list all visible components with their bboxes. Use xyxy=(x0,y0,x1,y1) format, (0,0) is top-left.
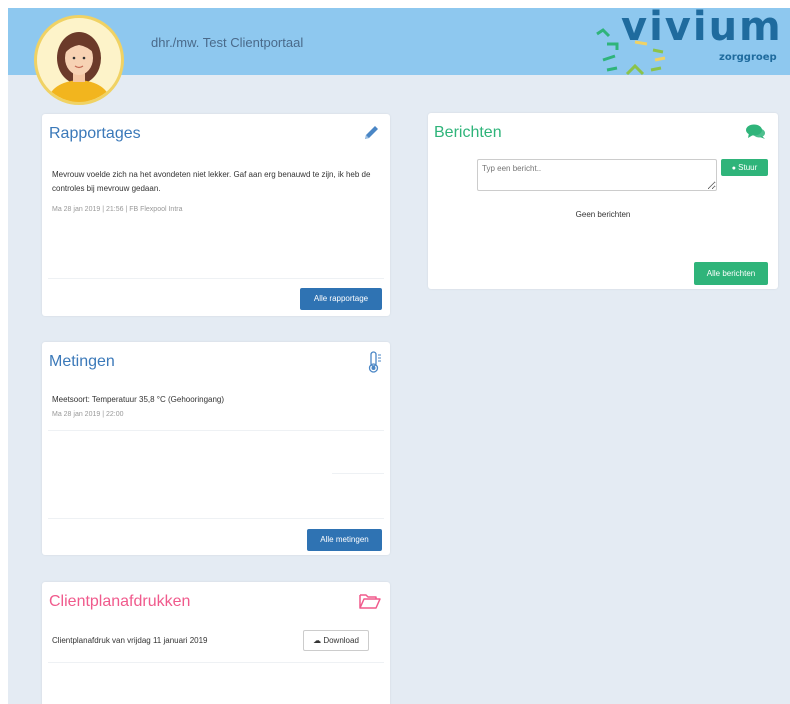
cloud-download-icon: ☁ xyxy=(313,636,322,645)
rapportages-card: Rapportages Mevrouw voelde zich na het a… xyxy=(42,114,390,316)
berichten-title: Berichten xyxy=(434,124,502,141)
vivium-logo: vivium zorggroep xyxy=(595,8,785,76)
download-label: Download xyxy=(323,636,359,645)
rapportage-meta: Ma 28 jan 2019 | 21:56 | FB Flexpool Int… xyxy=(52,206,183,213)
rapportages-title: Rapportages xyxy=(49,125,141,142)
all-reports-button[interactable]: Alle rapportage xyxy=(300,288,382,310)
thermometer-icon xyxy=(368,351,382,378)
page: dhr./mw. Test Clientportaal vivium zorgg… xyxy=(8,8,790,704)
measurement-meta: Ma 28 jan 2019 | 22:00 xyxy=(52,411,124,418)
clientplan-card: Clientplanafdrukken Clientplanafdruk van… xyxy=(42,582,390,704)
all-messages-button[interactable]: Alle berichten xyxy=(694,262,768,285)
avatar xyxy=(34,15,124,105)
logo-subtitle: zorggroep xyxy=(719,52,777,63)
rapportage-text: Mevrouw voelde zich na het avondeten nie… xyxy=(52,170,371,193)
berichten-card: Berichten ● Stuur Geen berichten Alle be… xyxy=(428,113,778,289)
logo-wordmark: vivium xyxy=(621,8,783,50)
header-bar: dhr./mw. Test Clientportaal vivium zorgg… xyxy=(8,8,790,76)
metingen-title: Metingen xyxy=(49,353,115,370)
divider xyxy=(48,278,384,279)
divider xyxy=(48,518,384,519)
divider xyxy=(332,473,384,474)
pencil-icon xyxy=(362,124,380,147)
download-button[interactable]: ☁ Download xyxy=(303,630,369,651)
all-measurements-button[interactable]: Alle metingen xyxy=(307,529,382,551)
send-button[interactable]: ● Stuur xyxy=(721,159,768,176)
message-input[interactable] xyxy=(477,159,717,191)
comment-icon: ● xyxy=(731,165,736,172)
divider xyxy=(48,430,384,431)
send-label: Stuur xyxy=(738,163,758,172)
divider xyxy=(48,662,384,663)
clientplan-title: Clientplanafdrukken xyxy=(49,593,191,610)
empty-messages-text: Geen berichten xyxy=(575,210,631,219)
user-name: dhr./mw. Test Clientportaal xyxy=(151,35,304,50)
comments-icon xyxy=(746,124,766,145)
folder-open-icon xyxy=(359,592,381,615)
clientplan-item-label: Clientplanafdruk van vrijdag 11 januari … xyxy=(52,636,208,645)
measurement-text: Meetsoort: Temperatuur 35,8 °C (Gehoorin… xyxy=(52,395,225,404)
metingen-card: Metingen Meetsoort: Temperatuur 35,8 °C … xyxy=(42,342,390,555)
